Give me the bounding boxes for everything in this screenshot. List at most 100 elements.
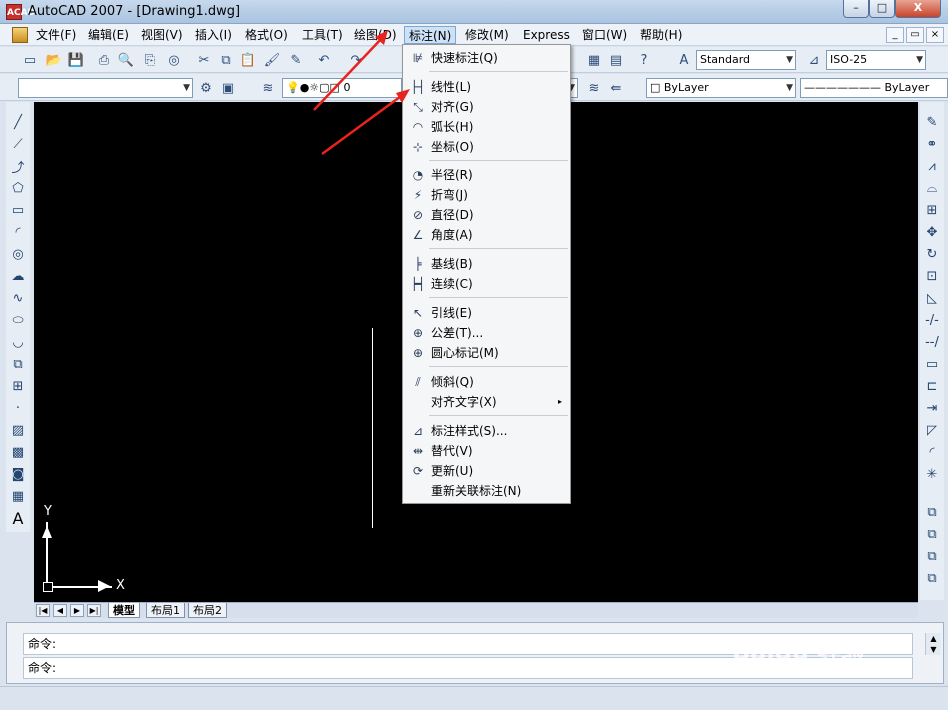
menu-item-quick-dimension[interactable]: ⊯ 快速标注(Q) (405, 48, 568, 68)
join-icon[interactable]: ⇥ (922, 398, 942, 418)
drawn-line[interactable] (372, 328, 373, 528)
arc-icon[interactable]: ◜ (8, 222, 28, 242)
redo-icon[interactable]: ↷ (346, 50, 366, 70)
last-tab-button[interactable]: ▶| (87, 604, 101, 617)
block-editor-icon[interactable]: ✎ (286, 50, 306, 70)
construction-line-icon[interactable]: ⟋ (8, 134, 28, 154)
tab-model[interactable]: 模型 (108, 603, 140, 618)
move-icon[interactable]: ✥ (922, 222, 942, 242)
color-select[interactable]: □ ByLayer ▼ (646, 78, 796, 98)
spline-icon[interactable]: ∿ (8, 288, 28, 308)
chamfer-icon[interactable]: ◸ (922, 420, 942, 440)
dim-style-select[interactable]: ISO-25 ▼ (826, 50, 926, 70)
menu-item-angular[interactable]: ∠ 角度(A) (405, 225, 568, 245)
help-icon[interactable]: ? (634, 50, 654, 70)
point-icon[interactable]: · (8, 398, 28, 418)
menu-item-leader[interactable]: ↖ 引线(E) (405, 303, 568, 323)
cut-icon[interactable]: ✂ (194, 50, 214, 70)
explode-icon[interactable]: ✳ (922, 464, 942, 484)
match-properties-icon[interactable]: 🖌 (262, 50, 282, 70)
layer-manager-icon[interactable]: ≋ (258, 78, 278, 98)
autocad-app-icon[interactable]: ACAD (6, 4, 35, 20)
next-tab-button[interactable]: ▶ (70, 604, 84, 617)
workspace-select[interactable]: ▼ (18, 78, 193, 98)
publish-icon[interactable]: ⎘ (140, 50, 160, 70)
menu-item-ordinate[interactable]: ⊹ 坐标(O) (405, 137, 568, 157)
document-icon[interactable] (12, 27, 28, 43)
copy-icon[interactable]: ⧉ (216, 50, 236, 70)
calculator-icon[interactable]: ▤ (606, 50, 626, 70)
text-style-icon[interactable]: A (674, 50, 694, 70)
print-preview-icon[interactable]: 🔍 (116, 50, 136, 70)
region-icon[interactable]: ◙ (8, 464, 28, 484)
ellipse-icon[interactable]: ⬭ (8, 310, 28, 330)
save-workspace-icon[interactable]: ▣ (218, 78, 238, 98)
text-style-select[interactable]: Standard ▼ (696, 50, 796, 70)
layer-select[interactable]: 💡●☼▢□ 0 (282, 78, 402, 98)
menu-item-center-mark[interactable]: ⊕ 圆心标记(M) (405, 343, 568, 363)
mirror-icon[interactable]: ⩘ (922, 156, 942, 176)
menu-item-jogged[interactable]: ⚡ 折弯(J) (405, 185, 568, 205)
copy-object-icon[interactable]: ⚭ (922, 134, 942, 154)
menu-item-linear[interactable]: ├┤ 线性(L) (405, 77, 568, 97)
menu-file[interactable]: 文件(F) (32, 26, 80, 44)
save-icon[interactable]: 💾 (66, 50, 86, 70)
menu-item-override[interactable]: ⇹ 替代(V) (405, 441, 568, 461)
gradient-icon[interactable]: ▩ (8, 442, 28, 462)
sheet-set-icon[interactable]: ▦ (584, 50, 604, 70)
menu-express[interactable]: Express (519, 26, 574, 44)
fillet-icon[interactable]: ◜ (922, 442, 942, 462)
draworder-back-icon[interactable]: ⧉ (922, 524, 942, 544)
menu-item-radius[interactable]: ◔ 半径(R) (405, 165, 568, 185)
menu-item-oblique[interactable]: ⫽ 倾斜(Q) (405, 372, 568, 392)
doc-restore-button[interactable]: ▭ (906, 27, 924, 43)
menu-draw[interactable]: 绘图(D) (350, 26, 401, 44)
make-current-layer-icon[interactable]: ≋ (584, 78, 604, 98)
array-icon[interactable]: ⊞ (922, 200, 942, 220)
menu-edit[interactable]: 编辑(E) (84, 26, 133, 44)
menu-help[interactable]: 帮助(H) (636, 26, 686, 44)
open-file-icon[interactable]: 📂 (44, 50, 64, 70)
linetype-select[interactable]: ——————— ByLayer (800, 78, 948, 98)
close-button[interactable]: X (895, 0, 941, 18)
menu-item-continue[interactable]: ┝┥ 连续(C) (405, 274, 568, 294)
scale-icon[interactable]: ⊡ (922, 266, 942, 286)
etransmit-icon[interactable]: ◎ (164, 50, 184, 70)
scroll-up-icon[interactable]: ▲ (926, 633, 941, 644)
hatch-icon[interactable]: ▨ (8, 420, 28, 440)
menu-tools[interactable]: 工具(T) (298, 26, 347, 44)
table-icon[interactable]: ▦ (8, 486, 28, 506)
break-at-point-icon[interactable]: ▭ (922, 354, 942, 374)
tab-layout1[interactable]: 布局1 (146, 603, 185, 618)
insert-block-icon[interactable]: ⧉ (8, 354, 28, 374)
paste-icon[interactable]: 📋 (238, 50, 258, 70)
extend-icon[interactable]: --/ (922, 332, 942, 352)
menu-format[interactable]: 格式(O) (241, 26, 292, 44)
menu-insert[interactable]: 插入(I) (191, 26, 236, 44)
stretch-icon[interactable]: ◺ (922, 288, 942, 308)
menu-window[interactable]: 窗口(W) (578, 26, 631, 44)
polygon-icon[interactable]: ⬠ (8, 178, 28, 198)
line-icon[interactable]: ╱ (8, 112, 28, 132)
undo-icon[interactable]: ↶ (314, 50, 334, 70)
minimize-button[interactable]: – (843, 0, 869, 18)
doc-close-button[interactable]: × (926, 27, 944, 43)
menu-item-arc-length[interactable]: ◠ 弧长(H) (405, 117, 568, 137)
rectangle-icon[interactable]: ▭ (8, 200, 28, 220)
dimension-style-icon[interactable]: ⊿ (804, 50, 824, 70)
multiline-text-icon[interactable]: A (8, 508, 28, 528)
scroll-down-icon[interactable]: ▼ (926, 644, 941, 655)
menu-item-baseline[interactable]: ╞ 基线(B) (405, 254, 568, 274)
draworder-above-icon[interactable]: ⧉ (922, 546, 942, 566)
trim-icon[interactable]: -/- (922, 310, 942, 330)
tab-layout2[interactable]: 布局2 (188, 603, 227, 618)
menu-item-dimension-style[interactable]: ⊿ 标注样式(S)... (405, 421, 568, 441)
new-file-icon[interactable]: ▭ (20, 50, 40, 70)
print-icon[interactable]: ⎙ (94, 50, 114, 70)
menu-modify[interactable]: 修改(M) (461, 26, 513, 44)
menu-item-update[interactable]: ⟳ 更新(U) (405, 461, 568, 481)
layer-previous-icon[interactable]: ⇚ (606, 78, 626, 98)
menu-item-aligned[interactable]: ⤡ 对齐(G) (405, 97, 568, 117)
menu-view[interactable]: 视图(V) (137, 26, 187, 44)
menu-item-diameter[interactable]: ⊘ 直径(D) (405, 205, 568, 225)
